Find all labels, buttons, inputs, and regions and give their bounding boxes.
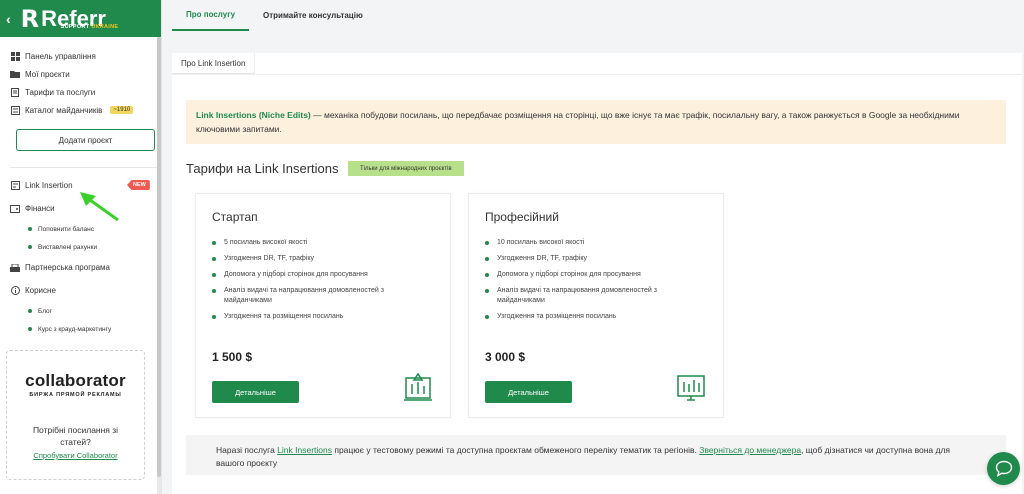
plan-feature: Допомога у підборі сторінок для просуван… — [212, 270, 422, 280]
partner-icon — [10, 263, 20, 272]
sidebar-item-useful[interactable]: Корисне — [10, 279, 161, 302]
sidebar-subitem-label: Блог — [38, 307, 53, 315]
promo-text: Потрібні посилання зі статей? — [32, 425, 119, 447]
logo-ukraine: UKRAINE — [91, 23, 119, 30]
tab-consultation[interactable]: Отримайте консультацію — [249, 0, 377, 31]
bullet-icon — [28, 327, 32, 331]
add-project-button[interactable]: Додати проєкт — [16, 129, 155, 151]
sidebar-item-label: Link Insertion — [25, 181, 73, 190]
plan-price: 1 500 $ — [212, 350, 253, 364]
plan-feature: Допомога у підборі сторінок для просуван… — [485, 270, 695, 280]
building-chart-icon — [404, 372, 432, 401]
logo-subtitle: SUPPORT UKRAINE — [61, 24, 119, 30]
referr-logo[interactable]: R Referr SUPPORT UKRAINE — [20, 4, 118, 33]
catalog-count-badge: ~1910 — [110, 106, 134, 114]
sidebar-subitem-label: Курс з крауд-маркетингу — [38, 325, 112, 333]
sidebar-item-label: Панель управління — [25, 51, 96, 61]
plan-features: 10 посилань високої якості Узгодження DR… — [485, 238, 695, 328]
logo-bar: ‹ R Referr SUPPORT UKRAINE — [0, 0, 161, 37]
monitor-chart-icon — [677, 375, 705, 401]
sidebar-subitem-invoices[interactable]: Виставлені рахунки — [10, 238, 161, 256]
testing-mode-note: Наразі послуга Link Insertions працює у … — [186, 435, 1006, 475]
main-nav: Панель управління Мої проєкти Тарифи та … — [0, 37, 161, 168]
catalog-icon — [10, 105, 20, 115]
plan-feature: Узгодження та розміщення посилань — [485, 312, 695, 322]
info-text: — механіка побудови посилань, що передба… — [196, 110, 960, 134]
sidebar-subitem-label: Виставлені рахунки — [38, 243, 98, 251]
wallet-icon — [10, 204, 20, 213]
sidebar-item-label: Каталог майданчиків — [25, 105, 103, 115]
plan-feature: Аналіз видачі та напрацювання домовленос… — [485, 286, 695, 306]
info-title: Link Insertions (Niche Edits) — [196, 110, 311, 120]
plan-card-professional: Професійний 10 посилань високої якості У… — [468, 193, 724, 418]
plan-feature: Аналіз видачі та напрацювання домовленос… — [212, 286, 422, 306]
plan-features: 5 посилань високої якості Узгодження DR,… — [212, 238, 422, 328]
bullet-icon — [28, 309, 32, 313]
chat-bubble-icon — [995, 460, 1012, 477]
sidebar: ‹ R Referr SUPPORT UKRAINE Панель управл… — [0, 0, 162, 494]
plan-feature: Узгодження DR, TF, трафіку — [212, 254, 422, 264]
contact-manager-link[interactable]: Зверніться до менеджера — [699, 445, 801, 455]
link-list-icon — [10, 181, 20, 190]
sidebar-subitem-label: Поповнити баланс — [38, 225, 94, 233]
main-content: Про Link Insertion Link Insertions (Nich… — [172, 53, 1022, 494]
dashboard-icon — [10, 51, 20, 61]
plan-name: Стартап — [212, 210, 258, 224]
info-icon — [10, 286, 20, 295]
tariffs-heading: Тарифи на Link Insertions — [186, 161, 339, 176]
collaborator-promo: collaborator БИРЖА ПРЯМОЙ РЕКЛАМЫ Потріб… — [6, 350, 145, 480]
plan-feature: 10 посилань високої якості — [485, 238, 695, 248]
logo-support: SUPPORT — [60, 23, 90, 30]
collaborator-logo: collaborator — [25, 371, 126, 390]
tab-about-service[interactable]: Про послугу — [172, 0, 250, 31]
plan-price: 3 000 $ — [485, 350, 526, 364]
divider — [172, 74, 1022, 75]
plan-feature: Узгодження та розміщення посилань — [212, 312, 422, 322]
logo-letter: R — [20, 4, 40, 33]
document-icon — [10, 87, 20, 97]
sidebar-item-label: Тарифи та послуги — [25, 87, 96, 97]
bullet-icon — [28, 227, 32, 231]
sidebar-subitem-blog[interactable]: Блог — [10, 302, 161, 320]
info-banner: Link Insertions (Niche Edits) — механіка… — [186, 100, 1006, 144]
top-tabs: Про послугу Отримайте консультацію — [172, 0, 377, 31]
sidebar-subitem-topup[interactable]: Поповнити баланс — [10, 220, 161, 238]
tab-about-link-insertion[interactable]: Про Link Insertion — [172, 53, 256, 74]
sidebar-item-projects[interactable]: Мої проєкти — [10, 65, 161, 83]
sidebar-subitem-course[interactable]: Курс з крауд-маркетингу — [10, 320, 161, 338]
note-text: Наразі послуга — [216, 445, 278, 455]
note-text: працює у тестовому режимі та доступна пр… — [331, 445, 700, 455]
back-chevron-icon[interactable]: ‹ — [6, 11, 11, 27]
details-button[interactable]: Детальніше — [212, 381, 299, 403]
plan-feature: 5 посилань високої якості — [212, 238, 422, 248]
international-only-badge: Тільки для міжнародних проєктів — [348, 161, 464, 176]
plan-name: Професійний — [485, 210, 559, 224]
sidebar-item-dashboard[interactable]: Панель управління — [10, 47, 161, 65]
bullet-icon — [28, 245, 32, 249]
try-collaborator-link[interactable]: Спробувати Collaborator — [33, 451, 117, 460]
sidebar-item-catalog[interactable]: Каталог майданчиків ~1910 — [10, 101, 161, 119]
plan-card-startup: Стартап 5 посилань високої якості Узгодж… — [195, 193, 451, 418]
sidebar-item-partner[interactable]: Партнерська програма — [10, 256, 161, 279]
sidebar-item-tariffs[interactable]: Тарифи та послуги — [10, 83, 161, 101]
folder-icon — [10, 70, 20, 79]
plan-feature: Узгодження DR, TF, трафіку — [485, 254, 695, 264]
pointer-arrow-icon — [80, 192, 119, 222]
sidebar-item-label: Мої проєкти — [25, 69, 70, 79]
sidebar-item-label: Партнерська програма — [25, 263, 110, 272]
new-badge: NEW — [127, 180, 150, 190]
chat-button[interactable] — [987, 452, 1020, 485]
sidebar-item-label: Фінанси — [25, 204, 55, 213]
collaborator-tagline: БИРЖА ПРЯМОЙ РЕКЛАМЫ — [29, 392, 122, 398]
details-button[interactable]: Детальніше — [485, 381, 572, 403]
sidebar-scrollbar-thumb[interactable] — [157, 37, 161, 477]
sidebar-item-label: Корисне — [25, 286, 56, 295]
link-insertions-link[interactable]: Link Insertions — [277, 445, 332, 455]
